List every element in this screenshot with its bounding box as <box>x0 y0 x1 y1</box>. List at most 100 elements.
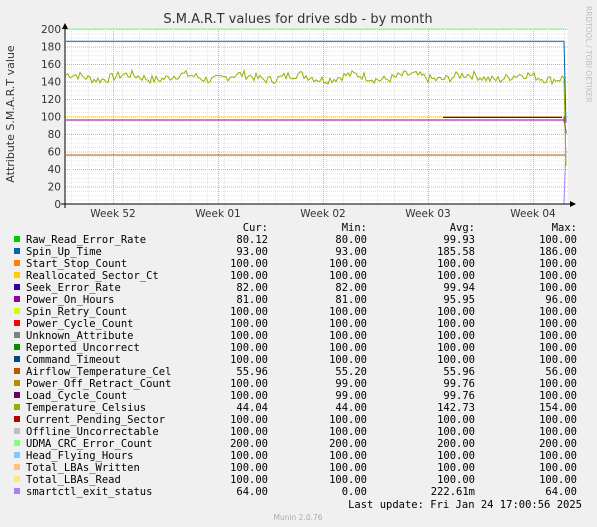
y-tick-label: 200 <box>41 24 61 36</box>
legend-series-name: Load_Cycle_Count <box>26 390 127 402</box>
legend-value-max: 56.00 <box>545 366 577 378</box>
x-tick-label: Week 52 <box>90 208 135 220</box>
legend-value-cur: 93.00 <box>236 246 268 258</box>
legend-value-min: 80.00 <box>335 234 367 246</box>
legend-value-min: 93.00 <box>335 246 367 258</box>
legend-value-cur: 100.00 <box>230 318 268 330</box>
legend-value-min: 100.00 <box>329 306 367 318</box>
legend-swatch <box>14 368 20 374</box>
legend-swatch <box>14 428 20 434</box>
legend-value-max: 100.00 <box>539 378 577 390</box>
legend-swatch <box>14 248 20 254</box>
x-tick-label: Week 04 <box>510 208 556 220</box>
legend-value-cur: 100.00 <box>230 462 268 474</box>
rrdtool-watermark: RRDTOOL / TOBI OETIKER <box>584 6 593 103</box>
legend-value-max: 100.00 <box>539 258 577 270</box>
legend-value-max: 186.00 <box>539 246 577 258</box>
legend-swatch <box>14 476 20 482</box>
legend-value-cur: 100.00 <box>230 426 268 438</box>
y-tick-label: 180 <box>41 42 61 54</box>
legend-value-min: 99.00 <box>335 390 367 402</box>
legend-series-name: Raw_Read_Error_Rate <box>26 234 146 246</box>
legend-series-name: Total_LBAs_Written <box>26 462 140 474</box>
legend-swatch <box>14 416 20 422</box>
legend-value-cur: 55.96 <box>236 366 268 378</box>
legend-value-max: 100.00 <box>539 234 577 246</box>
legend-swatch <box>14 344 20 350</box>
legend-value-max: 100.00 <box>539 450 577 462</box>
legend-series-name: Power_On_Hours <box>26 294 115 306</box>
chart-title: S.M.A.R.T values for drive sdb - by mont… <box>163 12 432 27</box>
legend-column-header: Cur: <box>243 222 268 234</box>
legend-swatch <box>14 260 20 266</box>
legend-swatch <box>14 440 20 446</box>
y-tick-label: 120 <box>41 94 61 106</box>
legend-value-cur: 82.00 <box>236 282 268 294</box>
legend-value-avg: 100.00 <box>437 306 475 318</box>
legend-column-header: Max: <box>552 222 577 234</box>
legend-value-avg: 55.96 <box>443 366 475 378</box>
x-tick-label: Week 03 <box>405 208 450 220</box>
legend-value-cur: 100.00 <box>230 330 268 342</box>
legend-series-name: UDMA_CRC_Error_Count <box>26 438 152 450</box>
y-tick-label: 100 <box>41 112 61 124</box>
legend-swatch <box>14 404 20 410</box>
legend-value-max: 100.00 <box>539 282 577 294</box>
legend-value-max: 100.00 <box>539 354 577 366</box>
legend-value-avg: 100.00 <box>437 270 475 282</box>
legend-value-avg: 100.00 <box>437 318 475 330</box>
legend-column-header: Avg: <box>450 222 475 234</box>
legend-column-header: Min: <box>342 222 367 234</box>
legend-value-min: 99.00 <box>335 378 367 390</box>
legend-series-name: Temperature_Celsius <box>26 402 146 414</box>
y-tick-label: 40 <box>48 164 61 176</box>
x-tick-label: Week 02 <box>300 208 345 220</box>
legend-value-max: 200.00 <box>539 438 577 450</box>
legend-value-min: 200.00 <box>329 438 367 450</box>
y-tick-label: 20 <box>48 182 61 194</box>
legend-value-avg: 200.00 <box>437 438 475 450</box>
legend-value-cur: 44.04 <box>236 402 268 414</box>
legend-value-min: 100.00 <box>329 450 367 462</box>
munin-version: Munin 2.0.76 <box>273 513 322 522</box>
legend-value-avg: 99.94 <box>443 282 475 294</box>
legend-series-name: smartctl_exit_status <box>26 486 152 498</box>
legend-value-cur: 100.00 <box>230 258 268 270</box>
legend-series-name: Unknown_Attribute <box>26 330 133 342</box>
legend-value-max: 100.00 <box>539 426 577 438</box>
y-tick-label: 140 <box>41 77 61 89</box>
legend-value-min: 100.00 <box>329 426 367 438</box>
legend-value-max: 100.00 <box>539 306 577 318</box>
legend-value-max: 100.00 <box>539 342 577 354</box>
legend-value-max: 100.00 <box>539 414 577 426</box>
legend: Cur: Min: Avg: Max: Raw_Read_Error_Rate 80.12… <box>14 222 577 498</box>
legend-value-avg: 222.61m <box>431 486 475 498</box>
legend-value-max: 154.00 <box>539 402 577 414</box>
legend-value-max: 100.00 <box>539 318 577 330</box>
legend-value-avg: 100.00 <box>437 450 475 462</box>
legend-series-name: Seek_Error_Rate <box>26 282 121 294</box>
legend-value-avg: 99.76 <box>443 390 475 402</box>
legend-value-max: 100.00 <box>539 474 577 486</box>
legend-value-min: 55.20 <box>335 366 367 378</box>
legend-value-cur: 200.00 <box>230 438 268 450</box>
legend-value-avg: 100.00 <box>437 354 475 366</box>
legend-series-name: Start_Stop_Count <box>26 258 127 270</box>
legend-value-cur: 100.00 <box>230 270 268 282</box>
legend-value-avg: 100.00 <box>437 474 475 486</box>
legend-series-name: Spin_Up_Time <box>26 246 102 258</box>
legend-value-min: 100.00 <box>329 258 367 270</box>
legend-value-cur: 80.12 <box>236 234 268 246</box>
legend-value-avg: 99.76 <box>443 378 475 390</box>
legend-value-avg: 100.00 <box>437 330 475 342</box>
last-update-text: Last update: Fri Jan 24 17:00:56 2025 <box>348 499 582 511</box>
legend-value-avg: 99.93 <box>443 234 475 246</box>
legend-swatch <box>14 308 20 314</box>
legend-swatch <box>14 236 20 242</box>
legend-value-cur: 100.00 <box>230 354 268 366</box>
y-tick-label: 0 <box>54 199 61 211</box>
legend-swatch <box>14 332 20 338</box>
y-tick-label: 80 <box>48 129 61 141</box>
legend-series-name: Current_Pending_Sector <box>26 414 165 426</box>
legend-value-avg: 100.00 <box>437 342 475 354</box>
